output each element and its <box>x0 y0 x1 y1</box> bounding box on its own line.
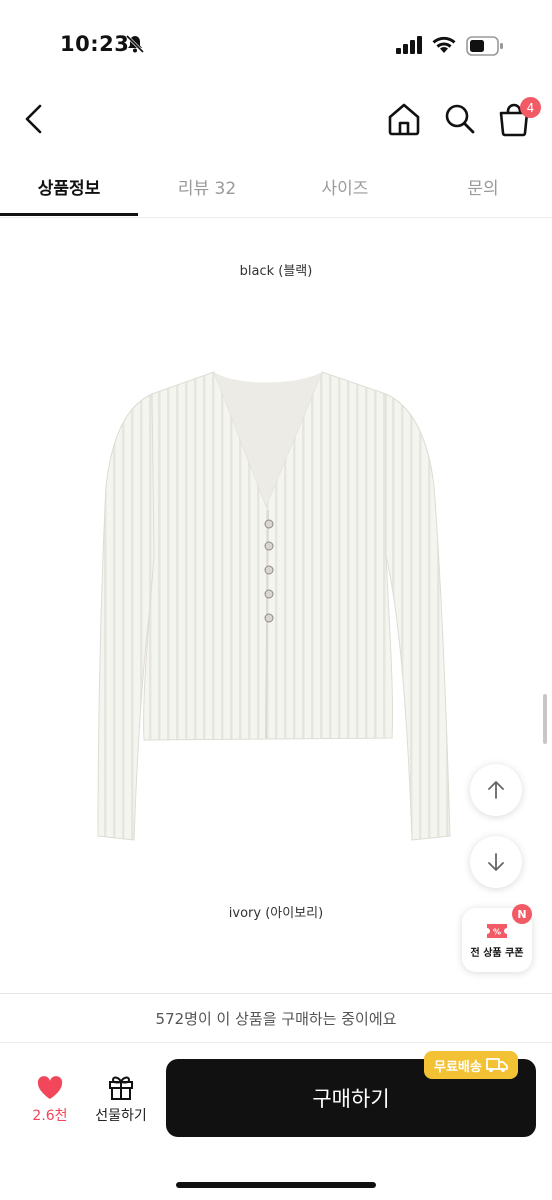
product-tabs: 상품정보 리뷰 32 사이즈 문의 <box>0 160 552 218</box>
coupon-label: 전 상품 쿠폰 <box>470 947 524 959</box>
wifi-icon <box>431 35 457 58</box>
coupon-icon: % <box>487 923 507 938</box>
like-button[interactable]: 2.6천 <box>20 1075 80 1135</box>
heart-icon <box>37 1076 63 1099</box>
like-count: 2.6천 <box>32 1108 68 1124</box>
scrollbar[interactable] <box>543 694 547 744</box>
search-icon <box>445 104 475 134</box>
arrow-down-icon <box>488 853 504 871</box>
product-image-ivory-cardigan <box>97 371 451 841</box>
tab-product-info[interactable]: 상품정보 <box>0 160 138 216</box>
top-nav <box>0 86 552 152</box>
cart-count-badge: 4 <box>520 97 541 118</box>
free-shipping-label: 무료배송 <box>434 1059 482 1075</box>
scroll-down-button[interactable] <box>470 836 522 888</box>
home-indicator <box>176 1182 376 1188</box>
gift-icon <box>109 1076 133 1100</box>
status-time: 10:23 <box>60 32 130 56</box>
tab-size[interactable]: 사이즈 <box>276 160 414 212</box>
tab-reviews[interactable]: 리뷰 32 <box>138 160 276 212</box>
home-icon <box>388 103 420 136</box>
status-bar: 10:23 <box>0 0 552 80</box>
arrow-up-icon <box>488 781 504 799</box>
buyer-activity-notice: 572명이 이 상품을 구매하는 중이에요 <box>0 993 552 1043</box>
home-button[interactable] <box>384 99 424 139</box>
color-caption-black: black (블랙) <box>239 264 313 279</box>
product-detail-content: black (블랙) ivory (아이보리) <box>0 218 552 993</box>
search-button[interactable] <box>440 99 480 139</box>
bottom-action-bar: 2.6천 선물하기 구매하기 무료배송 <box>0 1043 552 1200</box>
scroll-up-button[interactable] <box>470 764 522 816</box>
chevron-left-icon <box>25 104 42 134</box>
gift-button[interactable]: 선물하기 <box>86 1073 156 1133</box>
svg-text:%: % <box>493 927 501 936</box>
gift-label: 선물하기 <box>95 1108 147 1124</box>
bell-off-icon <box>124 34 146 58</box>
tab-inquiry[interactable]: 문의 <box>414 160 552 212</box>
battery-icon <box>466 36 504 60</box>
cellular-signal-icon <box>396 36 424 58</box>
truck-icon <box>485 1058 508 1072</box>
back-button[interactable] <box>16 100 52 138</box>
free-shipping-badge: 무료배송 <box>424 1051 518 1079</box>
new-badge: N <box>512 904 532 924</box>
